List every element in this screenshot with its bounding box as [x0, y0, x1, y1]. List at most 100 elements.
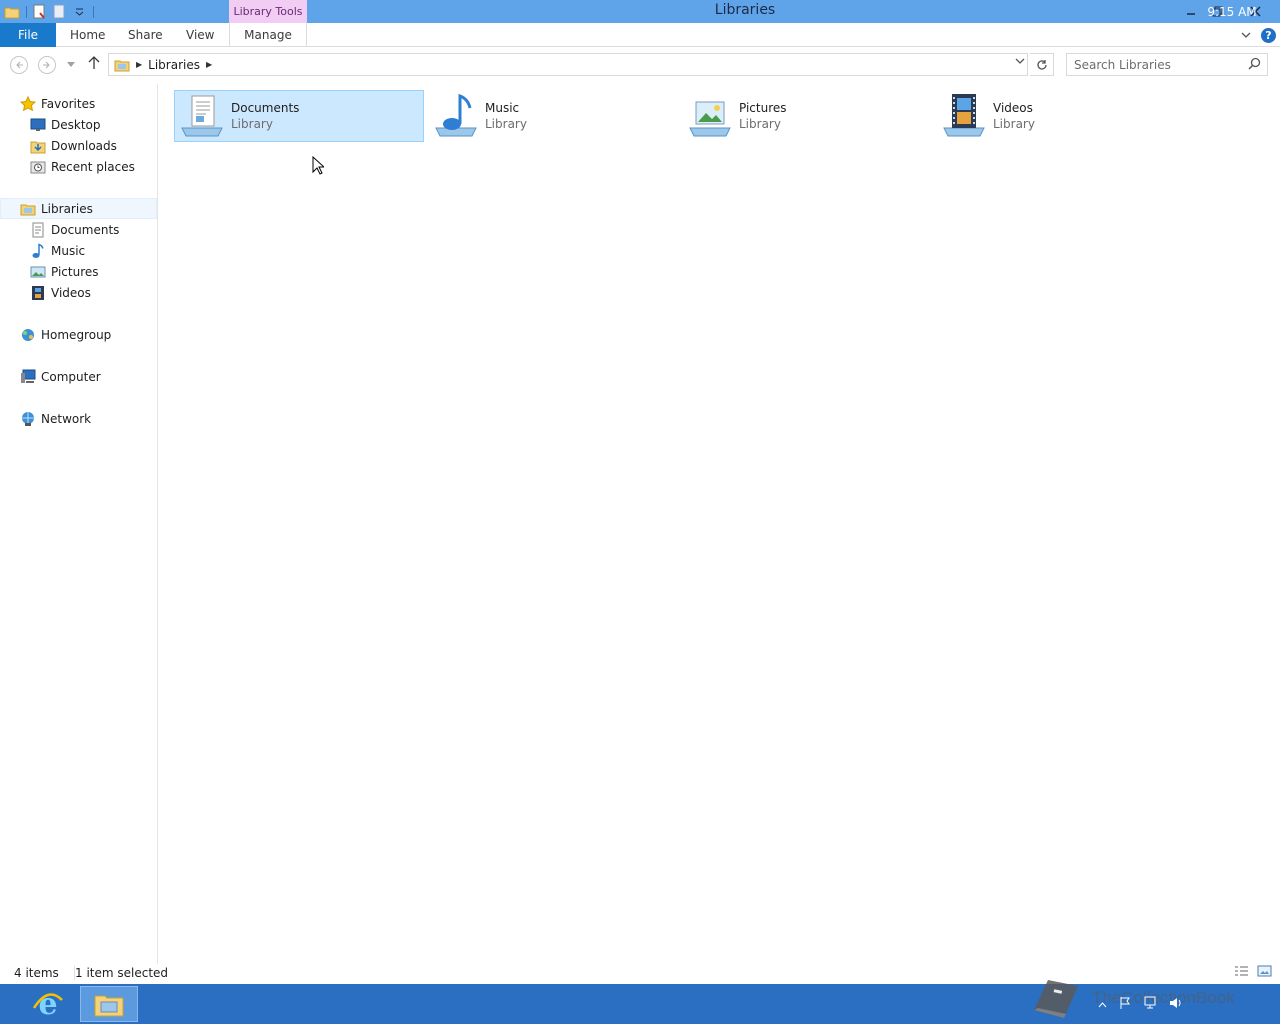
- library-type: Library: [739, 117, 781, 131]
- search-input[interactable]: [1067, 54, 1237, 75]
- library-name: Music: [485, 101, 520, 115]
- breadcrumb-arrow-icon[interactable]: ▶: [206, 60, 212, 69]
- breadcrumb-arrow-icon[interactable]: ▶: [136, 60, 142, 69]
- navigation-pane: Favorites Desktop Downloads Recent place…: [0, 84, 158, 964]
- nav-item-label: Videos: [51, 285, 91, 300]
- nav-libraries[interactable]: Libraries: [0, 198, 157, 219]
- show-hidden-icons-icon[interactable]: [1098, 998, 1107, 1011]
- file-explorer-icon[interactable]: [80, 986, 138, 1022]
- tab-share[interactable]: Share: [128, 23, 163, 47]
- nav-computer-label: Computer: [41, 369, 101, 384]
- nav-item-downloads[interactable]: Downloads: [30, 135, 117, 156]
- quick-access-toolbar: [0, 0, 94, 23]
- nav-favorites[interactable]: Favorites: [20, 93, 95, 114]
- up-button[interactable]: [88, 56, 100, 74]
- address-dropdown-chevron-icon[interactable]: [1015, 57, 1025, 68]
- book-icon: [1028, 976, 1084, 1024]
- nav-item-label: Documents: [51, 222, 120, 237]
- nav-item-recent-places[interactable]: Recent places: [30, 156, 135, 177]
- nav-item-documents[interactable]: Documents: [30, 219, 119, 240]
- nav-network-label: Network: [41, 411, 92, 426]
- libraries-icon: [114, 58, 130, 72]
- nav-item-videos[interactable]: Videos: [30, 282, 91, 303]
- documents-icon: [30, 222, 46, 238]
- computer-icon: [20, 369, 36, 385]
- nav-network[interactable]: Network: [20, 408, 91, 429]
- selection-count: 1 item selected: [74, 966, 169, 980]
- videos-library-icon: [939, 91, 989, 141]
- music-note-icon: [30, 242, 46, 259]
- properties-icon[interactable]: [31, 4, 47, 20]
- library-type: Library: [993, 117, 1035, 131]
- customize-toolbar-chevron-icon[interactable]: [71, 4, 87, 20]
- recent-places-icon: [30, 159, 46, 175]
- desktop-icon: [30, 117, 46, 133]
- internet-explorer-icon[interactable]: e: [20, 986, 76, 1022]
- refresh-button[interactable]: [1030, 53, 1054, 76]
- clock-date: 1/9/2013: [1205, 21, 1259, 35]
- mouse-cursor-icon: [312, 155, 326, 178]
- nav-homegroup[interactable]: Homegroup: [20, 324, 111, 345]
- nav-item-pictures[interactable]: Pictures: [30, 261, 99, 282]
- search-box[interactable]: [1066, 53, 1268, 76]
- back-button[interactable]: [10, 56, 28, 74]
- downloads-icon: [30, 138, 46, 154]
- library-name: Videos: [993, 101, 1033, 115]
- nav-computer[interactable]: Computer: [20, 366, 101, 387]
- nav-item-label: Pictures: [51, 264, 99, 279]
- clock-time: 9:15 AM: [1207, 5, 1257, 19]
- volume-icon[interactable]: [1169, 997, 1183, 1012]
- search-icon[interactable]: [1248, 57, 1261, 73]
- film-strip-icon: [30, 285, 46, 301]
- pictures-library-icon: [685, 91, 735, 141]
- music-library-icon: [431, 91, 481, 141]
- pictures-icon: [30, 264, 46, 280]
- forward-button[interactable]: [38, 56, 56, 74]
- library-name: Pictures: [739, 101, 787, 115]
- library-type: Library: [485, 117, 527, 131]
- file-tab[interactable]: File: [0, 23, 56, 47]
- documents-library-icon: [177, 91, 227, 141]
- library-tile-documents[interactable]: Documents Library: [174, 90, 424, 142]
- nav-favorites-label: Favorites: [41, 96, 96, 111]
- recent-locations-dropdown[interactable]: [67, 60, 75, 69]
- tab-view[interactable]: View: [186, 23, 214, 47]
- title-bar: Library Tools Libraries: [0, 0, 1280, 23]
- libraries-icon: [20, 201, 36, 217]
- taskbar-clock[interactable]: 9:15 AM 1/9/2013: [1198, 4, 1266, 36]
- svg-text:e: e: [38, 988, 57, 1020]
- nav-item-label: Desktop: [51, 117, 101, 132]
- tab-home[interactable]: Home: [70, 23, 105, 47]
- toolbar-divider: [93, 5, 94, 18]
- window-title: Libraries: [714, 2, 776, 18]
- navigation-bar: ▶ Libraries ▶: [0, 47, 1280, 81]
- network-tray-icon[interactable]: [1143, 996, 1157, 1012]
- file-list: Documents Library Music Library Pictures…: [160, 84, 1280, 964]
- nav-item-label: Music: [51, 243, 86, 258]
- item-count: 4 items: [14, 966, 59, 980]
- homegroup-icon: [20, 327, 36, 343]
- toolbar-divider: [26, 5, 27, 18]
- breadcrumb-libraries[interactable]: Libraries: [148, 58, 200, 72]
- action-center-flag-icon[interactable]: [1119, 996, 1131, 1012]
- nav-homegroup-label: Homegroup: [41, 327, 112, 342]
- library-name: Documents: [231, 101, 300, 115]
- library-tools-context-tab: Library Tools: [229, 0, 307, 23]
- library-type: Library: [231, 117, 273, 131]
- address-bar[interactable]: ▶ Libraries ▶: [108, 53, 1028, 76]
- new-folder-icon[interactable]: [51, 4, 67, 20]
- library-tile-videos[interactable]: Videos Library: [936, 90, 1186, 142]
- network-icon: [20, 411, 36, 427]
- star-icon: [20, 95, 36, 112]
- library-tile-pictures[interactable]: Pictures Library: [682, 90, 932, 142]
- nav-item-desktop[interactable]: Desktop: [30, 114, 101, 135]
- library-tile-music[interactable]: Music Library: [428, 90, 678, 142]
- nav-item-label: Downloads: [51, 138, 117, 153]
- nav-item-label: Recent places: [51, 159, 135, 174]
- notification-area: [1098, 984, 1183, 1024]
- ribbon-tabs: File Home Share View Manage ?: [0, 23, 1280, 47]
- tab-manage[interactable]: Manage: [229, 23, 307, 47]
- nav-item-music[interactable]: Music: [30, 240, 85, 261]
- folder-icon[interactable]: [4, 4, 20, 20]
- nav-libraries-label: Libraries: [41, 201, 93, 216]
